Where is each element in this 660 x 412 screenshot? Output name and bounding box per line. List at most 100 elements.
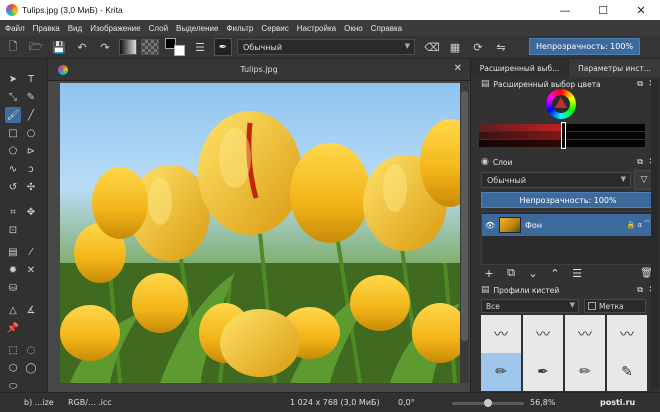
- float-panel-icon[interactable]: ⧉: [637, 157, 643, 167]
- layer-properties-icon[interactable]: 🔒 α ⁀: [627, 221, 650, 229]
- smart-patch-icon[interactable]: ✹: [5, 262, 21, 278]
- brush-preset-icon[interactable]: ✒: [214, 38, 232, 56]
- rect-select-icon[interactable]: ⬚: [5, 342, 21, 358]
- opacity-slider[interactable]: Непрозрачность: 100%: [529, 38, 640, 55]
- polygon-tool-icon[interactable]: ⬠: [5, 143, 21, 159]
- layer-blend-mode-select[interactable]: Обычный ▼: [481, 172, 631, 188]
- eraser-icon[interactable]: ⌫: [423, 38, 441, 56]
- transform-tool-icon[interactable]: ⊡: [5, 222, 21, 238]
- hue-ring[interactable]: [546, 89, 576, 119]
- brush-preset-item[interactable]: 〰: [565, 315, 605, 353]
- canvas-area[interactable]: [48, 81, 470, 392]
- new-document-icon[interactable]: 🗋: [4, 38, 22, 56]
- menu-select[interactable]: Выделение: [176, 24, 218, 33]
- mirror-icon[interactable]: ⇋: [492, 38, 510, 56]
- ellipse-select-icon[interactable]: ◌: [23, 342, 39, 358]
- multibrush-icon[interactable]: ✣: [23, 179, 39, 195]
- pattern-swatch[interactable]: [141, 39, 159, 55]
- brush-preset-item[interactable]: ✏: [565, 353, 605, 391]
- duplicate-layer-icon[interactable]: ⧉: [503, 265, 519, 281]
- redo-icon[interactable]: ↷: [96, 38, 114, 56]
- close-window-button[interactable]: ✕: [622, 0, 660, 20]
- open-icon[interactable]: 🗁: [27, 38, 45, 56]
- freehand-brush-icon[interactable]: 🖌: [5, 107, 21, 123]
- freehand-path-icon[interactable]: ↄ: [23, 161, 39, 177]
- menu-layer[interactable]: Слой: [149, 24, 168, 33]
- canvas-vertical-scrollbar[interactable]: [460, 81, 469, 383]
- brush-preset-item[interactable]: ✏: [481, 353, 521, 391]
- panel-menu-icon[interactable]: ▤: [481, 79, 490, 89]
- document-tab[interactable]: Tulips.jpg ✕: [48, 59, 470, 81]
- ellipse-tool-icon[interactable]: ○: [23, 125, 39, 141]
- menu-help[interactable]: Справка: [371, 24, 402, 33]
- brush-preset-item[interactable]: 〰: [607, 315, 647, 353]
- save-icon[interactable]: 💾: [50, 38, 68, 56]
- color-triangle[interactable]: [552, 95, 570, 113]
- polyline-tool-icon[interactable]: ⊳: [23, 143, 39, 159]
- select-shapes-icon[interactable]: ➤: [5, 71, 21, 87]
- shade-cursor[interactable]: [561, 122, 566, 149]
- calligraphy-icon[interactable]: ✎: [23, 89, 39, 105]
- reference-tool-icon[interactable]: 📌: [5, 320, 21, 336]
- status-zoom: 56,8%: [530, 398, 556, 407]
- fill-tool-icon[interactable]: ⛁: [5, 280, 21, 296]
- move-layer-up-icon[interactable]: ⌃: [547, 265, 563, 281]
- close-tab-icon[interactable]: ✕: [454, 63, 462, 74]
- add-layer-icon[interactable]: +: [481, 265, 497, 281]
- tab-advanced-color-selector[interactable]: Расширенный выб...: [471, 59, 569, 77]
- brush-preset-item[interactable]: 〰: [523, 315, 563, 353]
- colorize-mask-icon[interactable]: ✕: [23, 262, 39, 278]
- blend-mode-select[interactable]: Обычный ▼: [237, 39, 415, 55]
- menu-file[interactable]: Файл: [5, 24, 25, 33]
- move-layer-down-icon[interactable]: ⌄: [525, 265, 541, 281]
- line-tool-icon[interactable]: ╱: [23, 107, 39, 123]
- menu-settings[interactable]: Настройка: [297, 24, 336, 33]
- layer-opacity-slider[interactable]: Непрозрачность: 100%: [481, 192, 655, 208]
- crop-tool-icon[interactable]: ⌗: [5, 204, 21, 220]
- menu-edit[interactable]: Правка: [33, 24, 60, 33]
- assistant-tool-icon[interactable]: △: [5, 302, 21, 318]
- brush-preset-item[interactable]: ✒: [523, 353, 563, 391]
- tag-checkbox[interactable]: [588, 302, 596, 310]
- menu-filter[interactable]: Фильтр: [226, 24, 253, 33]
- tag-filter[interactable]: Метка: [584, 299, 646, 313]
- freehand-select-icon[interactable]: ◯: [23, 360, 39, 376]
- polygon-select-icon[interactable]: ⬡: [5, 360, 21, 376]
- brush-preset-item[interactable]: 〰: [481, 315, 521, 353]
- menu-tools[interactable]: Сервис: [261, 24, 288, 33]
- scrollbar-thumb[interactable]: [461, 91, 468, 341]
- undo-icon[interactable]: ↶: [73, 38, 91, 56]
- dynamic-brush-icon[interactable]: ↺: [5, 179, 21, 195]
- float-panel-icon[interactable]: ⧉: [637, 79, 643, 89]
- menu-view[interactable]: Вид: [68, 24, 82, 33]
- dock-scrollbar[interactable]: [651, 79, 659, 389]
- menu-image[interactable]: Изображение: [90, 24, 140, 33]
- brush-preset-item[interactable]: ✎: [607, 353, 647, 391]
- layer-properties-menu-icon[interactable]: ☰: [569, 265, 585, 281]
- fg-bg-color-icon[interactable]: [165, 38, 185, 56]
- color-picker-icon[interactable]: ⁄: [23, 244, 39, 260]
- layer-row[interactable]: 👁 Фон 🔒 α ⁀: [482, 214, 654, 236]
- minimize-button[interactable]: —: [546, 0, 584, 20]
- edit-shapes-icon[interactable]: ⤡: [5, 89, 21, 105]
- move-tool-icon[interactable]: ✥: [23, 204, 39, 220]
- menu-window[interactable]: Окно: [344, 24, 363, 33]
- gradient-tool-icon[interactable]: ▤: [5, 244, 21, 260]
- measure-tool-icon[interactable]: ∡: [23, 302, 39, 318]
- float-panel-icon[interactable]: ⧉: [637, 285, 643, 295]
- alpha-lock-icon[interactable]: ▦: [446, 38, 464, 56]
- tulips-photo[interactable]: [60, 83, 464, 383]
- preset-filter-select[interactable]: Все ▼: [481, 299, 579, 313]
- text-tool-icon[interactable]: T: [23, 71, 39, 87]
- gradient-swatch[interactable]: [119, 39, 137, 55]
- bezier-tool-icon[interactable]: ∿: [5, 161, 21, 177]
- wrap-icon[interactable]: ⟳: [469, 38, 487, 56]
- visibility-eye-icon[interactable]: 👁: [485, 221, 499, 230]
- rectangle-tool-icon[interactable]: □: [5, 125, 21, 141]
- tab-tool-options[interactable]: Параметры инст...: [569, 59, 660, 77]
- maximize-button[interactable]: ☐: [584, 0, 622, 20]
- color-selector[interactable]: [479, 89, 645, 151]
- zoom-slider[interactable]: [452, 399, 524, 407]
- brush-editor-icon[interactable]: ☰: [191, 38, 209, 56]
- zoom-knob[interactable]: [484, 399, 492, 407]
